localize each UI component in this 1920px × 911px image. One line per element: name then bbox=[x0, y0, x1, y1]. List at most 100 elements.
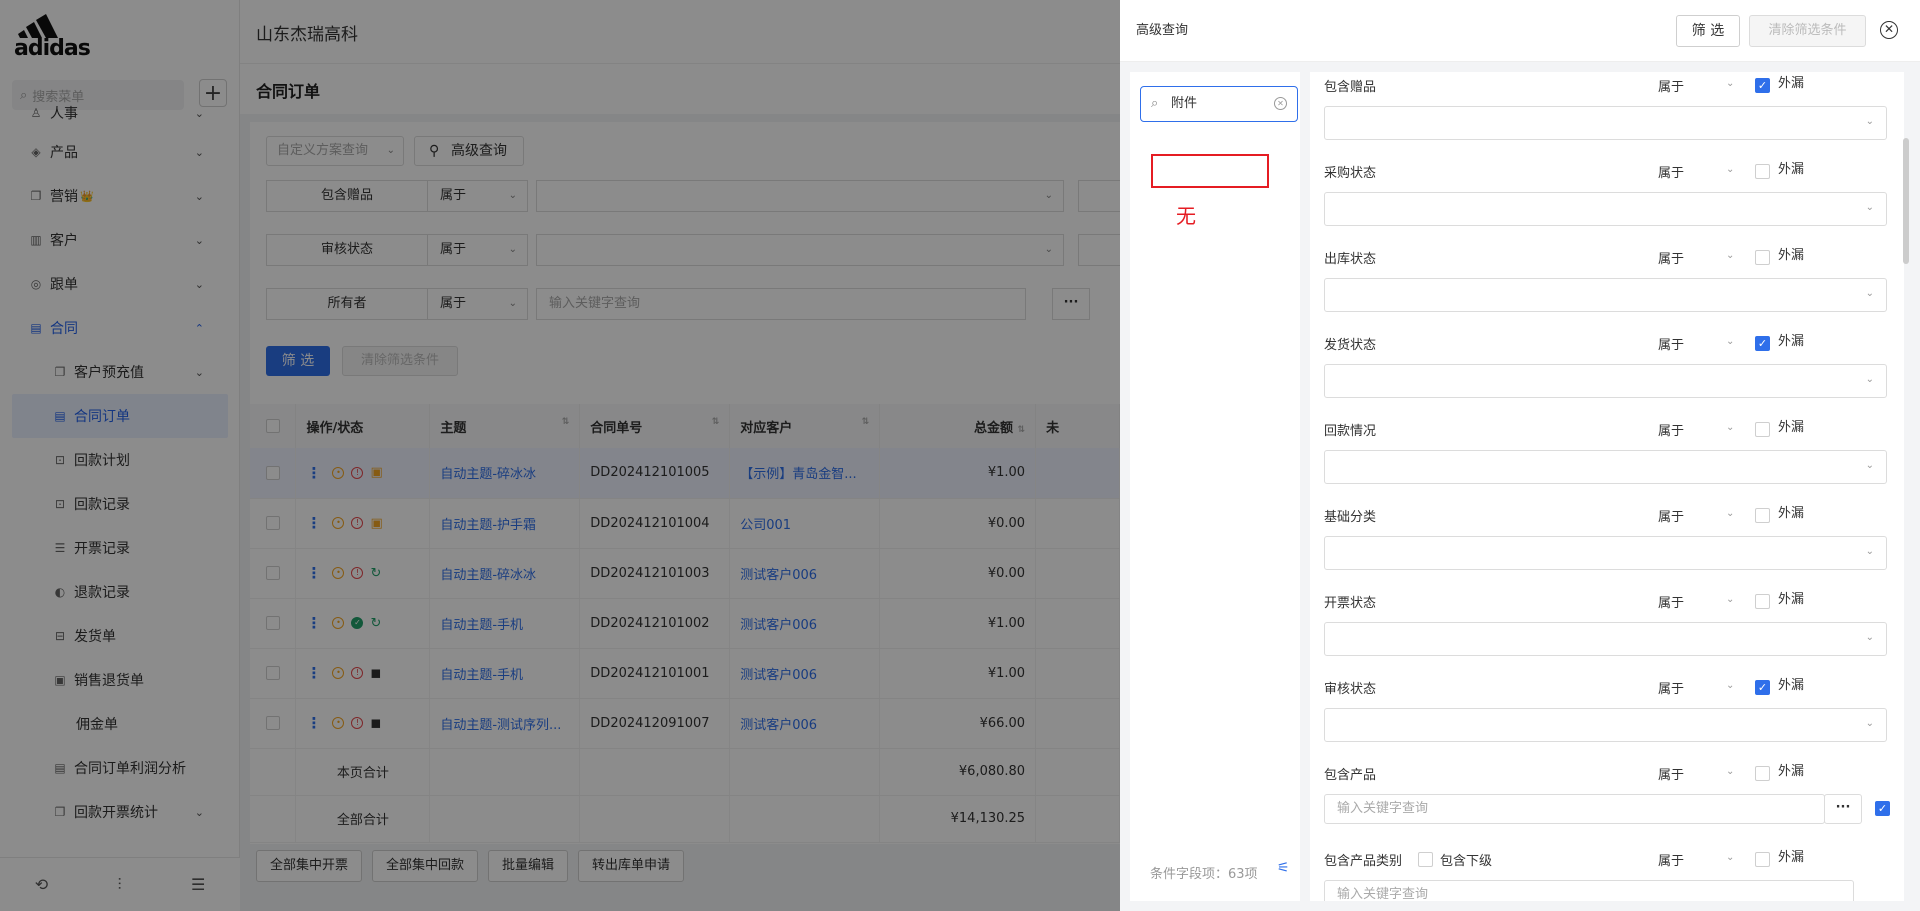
expose-label: 外漏 bbox=[1778, 420, 1805, 435]
condition-value-select[interactable]: ⌄ bbox=[1324, 106, 1887, 140]
condition-value-select[interactable]: ⌄ bbox=[1324, 708, 1887, 742]
condition-name: 包含产品类别 bbox=[1324, 854, 1403, 869]
condition-item: 回款情况 属于 ⌄ 外漏 ⌄ bbox=[1310, 416, 1904, 502]
condition-operator[interactable]: 属于 bbox=[1658, 678, 1684, 697]
expose-checkbox[interactable] bbox=[1755, 594, 1770, 609]
expose-checkbox[interactable]: ✓ bbox=[1755, 680, 1770, 695]
expose-checkbox[interactable] bbox=[1755, 508, 1770, 523]
expose-label: 外漏 bbox=[1778, 850, 1805, 865]
condition-name: 出库状态 bbox=[1324, 252, 1377, 267]
condition-name: 采购状态 bbox=[1324, 166, 1377, 181]
chevron-down-icon: ⌄ bbox=[1865, 288, 1874, 299]
highlight-box bbox=[1151, 154, 1269, 188]
chevron-down-icon: ⌄ bbox=[1865, 460, 1874, 471]
drawer-header: 高级查询 筛 选 清除筛选条件 ✕ bbox=[1120, 0, 1920, 62]
condition-operator[interactable]: 属于 bbox=[1658, 162, 1684, 181]
product-keyword-input[interactable]: 输入关键字查询 bbox=[1324, 794, 1825, 824]
condition-value-select[interactable]: ⌄ bbox=[1324, 622, 1887, 656]
field-search-value: 附件 bbox=[1171, 96, 1198, 111]
condition-operator[interactable]: 属于 bbox=[1658, 506, 1684, 525]
expose-checkbox[interactable] bbox=[1755, 766, 1770, 781]
field-search-input[interactable]: ⌕ 附件 ✕ bbox=[1140, 86, 1298, 122]
condition-item: 包含赠品 属于 ⌄ ✓ 外漏 ⌄ bbox=[1310, 72, 1904, 158]
expose-label: 外漏 bbox=[1778, 506, 1805, 521]
include-checkbox[interactable]: ✓ bbox=[1875, 801, 1890, 816]
close-icon[interactable]: ✕ bbox=[1880, 21, 1898, 39]
field-count: 条件字段项：63项 bbox=[1150, 867, 1258, 882]
condition-item: 采购状态 属于 ⌄ 外漏 ⌄ bbox=[1310, 158, 1904, 244]
clear-input-icon[interactable]: ✕ bbox=[1274, 97, 1287, 110]
advanced-query-drawer: 高级查询 筛 选 清除筛选条件 ✕ ⌕ 附件 ✕ 无 条件字段项：63项 ⚟ 包… bbox=[1120, 0, 1920, 911]
chevron-down-icon[interactable]: ⌄ bbox=[1726, 594, 1734, 605]
chevron-down-icon: ⌄ bbox=[1865, 202, 1874, 213]
settings-sliders-icon[interactable]: ⚟ bbox=[1277, 860, 1290, 876]
more-options-button[interactable]: ··· bbox=[1824, 794, 1862, 824]
condition-operator[interactable]: 属于 bbox=[1658, 592, 1684, 611]
expose-label: 外漏 bbox=[1778, 678, 1805, 693]
condition-item: 审核状态 属于 ⌄ ✓ 外漏 ⌄ bbox=[1310, 674, 1904, 760]
search-icon: ⌕ bbox=[1151, 96, 1159, 111]
chevron-down-icon: ⌄ bbox=[1865, 374, 1874, 385]
expose-label: 外漏 bbox=[1778, 334, 1805, 349]
condition-item: 包含产品 属于 ⌄ 外漏 输入关键字查询 ··· ✓ bbox=[1310, 760, 1904, 846]
condition-operator[interactable]: 属于 bbox=[1658, 248, 1684, 267]
drawer-scrollbar[interactable] bbox=[1903, 138, 1909, 264]
condition-item: 发货状态 属于 ⌄ ✓ 外漏 ⌄ bbox=[1310, 330, 1904, 416]
expose-checkbox[interactable]: ✓ bbox=[1755, 78, 1770, 93]
condition-value-select[interactable]: ⌄ bbox=[1324, 364, 1887, 398]
include-children-checkbox[interactable] bbox=[1418, 852, 1433, 867]
expose-checkbox[interactable] bbox=[1755, 852, 1770, 867]
expose-checkbox[interactable] bbox=[1755, 422, 1770, 437]
chevron-down-icon: ⌄ bbox=[1865, 546, 1874, 557]
condition-name: 基础分类 bbox=[1324, 510, 1377, 525]
condition-item: 开票状态 属于 ⌄ 外漏 ⌄ bbox=[1310, 588, 1904, 674]
condition-name: 包含产品 bbox=[1324, 768, 1377, 783]
expose-label: 外漏 bbox=[1778, 162, 1805, 177]
condition-name: 回款情况 bbox=[1324, 424, 1377, 439]
chevron-down-icon[interactable]: ⌄ bbox=[1726, 422, 1734, 433]
expose-checkbox[interactable] bbox=[1755, 164, 1770, 179]
condition-value-select[interactable]: ⌄ bbox=[1324, 278, 1887, 312]
condition-name: 开票状态 bbox=[1324, 596, 1377, 611]
condition-item: 包含产品类别 包含下级 属于 ⌄ 外漏 输入关键字查询 bbox=[1310, 846, 1904, 901]
condition-operator[interactable]: 属于 bbox=[1658, 764, 1684, 783]
condition-operator[interactable]: 属于 bbox=[1658, 76, 1684, 95]
condition-name: 包含赠品 bbox=[1324, 80, 1377, 95]
condition-operator[interactable]: 属于 bbox=[1658, 420, 1684, 439]
expose-checkbox[interactable] bbox=[1755, 250, 1770, 265]
chevron-down-icon[interactable]: ⌄ bbox=[1726, 164, 1734, 175]
drawer-filter-button[interactable]: 筛 选 bbox=[1676, 15, 1740, 47]
condition-item: 基础分类 属于 ⌄ 外漏 ⌄ bbox=[1310, 502, 1904, 588]
chevron-down-icon[interactable]: ⌄ bbox=[1726, 766, 1734, 777]
expose-label: 外漏 bbox=[1778, 764, 1805, 779]
chevron-down-icon: ⌄ bbox=[1865, 718, 1874, 729]
drawer-title: 高级查询 bbox=[1136, 23, 1189, 38]
expose-label: 外漏 bbox=[1778, 76, 1805, 91]
condition-value-select[interactable]: ⌄ bbox=[1324, 450, 1887, 484]
modal-overlay[interactable] bbox=[0, 0, 1120, 911]
condition-value-select[interactable]: ⌄ bbox=[1324, 536, 1887, 570]
expose-checkbox[interactable]: ✓ bbox=[1755, 336, 1770, 351]
expose-label: 外漏 bbox=[1778, 592, 1805, 607]
condition-operator[interactable]: 属于 bbox=[1658, 334, 1684, 353]
condition-name: 审核状态 bbox=[1324, 682, 1377, 697]
chevron-down-icon[interactable]: ⌄ bbox=[1726, 852, 1734, 863]
chevron-down-icon[interactable]: ⌄ bbox=[1726, 250, 1734, 261]
condition-list: 包含赠品 属于 ⌄ ✓ 外漏 ⌄ 采购状态 属于 ⌄ 外漏 ⌄ 出库状态 属于 … bbox=[1310, 72, 1904, 901]
empty-result-text: 无 bbox=[1176, 204, 1196, 228]
chevron-down-icon[interactable]: ⌄ bbox=[1726, 680, 1734, 691]
chevron-down-icon[interactable]: ⌄ bbox=[1726, 78, 1734, 89]
field-list-panel: ⌕ 附件 ✕ 无 条件字段项：63项 ⚟ bbox=[1130, 72, 1300, 901]
drawer-body: ⌕ 附件 ✕ 无 条件字段项：63项 ⚟ 包含赠品 属于 ⌄ ✓ 外漏 ⌄ 采购… bbox=[1120, 62, 1920, 911]
chevron-down-icon: ⌄ bbox=[1865, 116, 1874, 127]
include-children-label: 包含下级 bbox=[1440, 854, 1493, 869]
condition-value-select[interactable]: ⌄ bbox=[1324, 192, 1887, 226]
category-keyword-input[interactable]: 输入关键字查询 bbox=[1324, 880, 1854, 901]
condition-name: 发货状态 bbox=[1324, 338, 1377, 353]
drawer-clear-button[interactable]: 清除筛选条件 bbox=[1749, 15, 1866, 47]
condition-operator[interactable]: 属于 bbox=[1658, 850, 1684, 869]
chevron-down-icon[interactable]: ⌄ bbox=[1726, 508, 1734, 519]
chevron-down-icon: ⌄ bbox=[1865, 632, 1874, 643]
chevron-down-icon[interactable]: ⌄ bbox=[1726, 336, 1734, 347]
expose-label: 外漏 bbox=[1778, 248, 1805, 263]
